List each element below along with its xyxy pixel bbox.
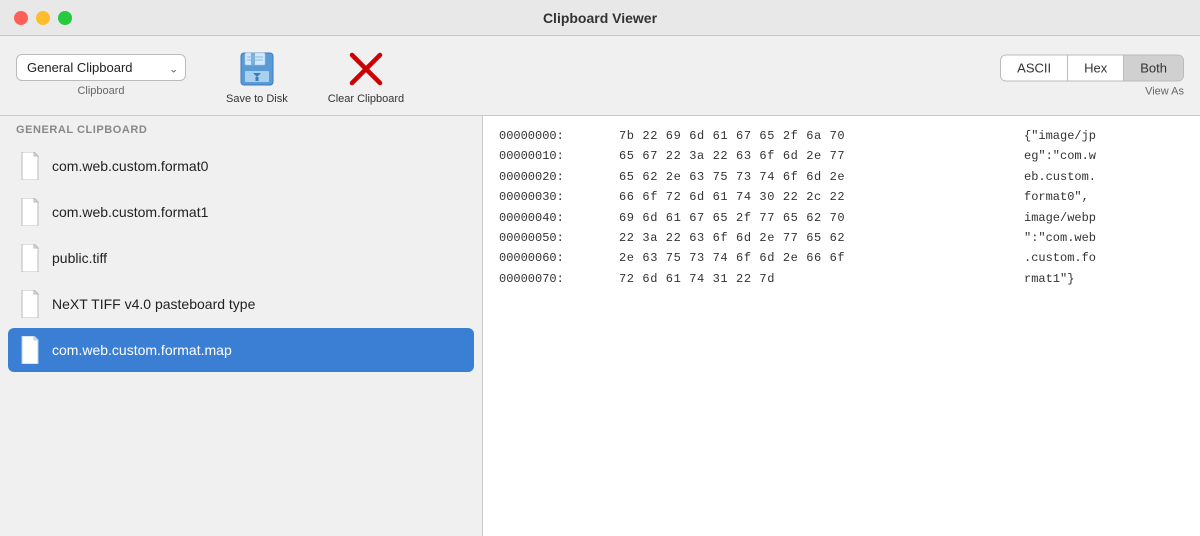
file-icon	[18, 152, 42, 180]
list-item[interactable]: com.web.custom.format0	[8, 144, 474, 188]
hex-offset: 00000010:	[499, 146, 619, 166]
list-item[interactable]: public.tiff	[8, 236, 474, 280]
hex-row: 00000030:66 6f 72 6d 61 74 30 22 2c 22fo…	[499, 187, 1184, 207]
list-item[interactable]: NeXT TIFF v4.0 pasteboard type	[8, 282, 474, 326]
item-name: com.web.custom.format0	[52, 158, 208, 174]
hex-ascii: .custom.fo	[1024, 248, 1184, 268]
hex-bytes: 72 6d 61 74 31 22 7d	[619, 269, 1024, 289]
hex-ascii: {"image/jp	[1024, 126, 1184, 146]
clipboard-select-wrapper: General Clipboard Find Clipboard Clipboa…	[16, 54, 186, 97]
hex-bytes: 2e 63 75 73 74 6f 6d 2e 66 6f	[619, 248, 1024, 268]
hex-rows-container: 00000000:7b 22 69 6d 61 67 65 2f 6a 70{"…	[499, 126, 1184, 289]
hex-offset: 00000000:	[499, 126, 619, 146]
view-as-hex-button[interactable]: Hex	[1068, 55, 1124, 80]
hex-row: 00000050:22 3a 22 63 6f 6d 2e 77 65 62":…	[499, 228, 1184, 248]
hex-row: 00000040:69 6d 61 67 65 2f 77 65 62 70im…	[499, 208, 1184, 228]
title-bar: Clipboard Viewer	[0, 0, 1200, 36]
hex-ascii: rmat1"}	[1024, 269, 1184, 289]
hex-ascii: ":"com.web	[1024, 228, 1184, 248]
list-item[interactable]: com.web.custom.format1	[8, 190, 474, 234]
hex-row: 00000010:65 67 22 3a 22 63 6f 6d 2e 77eg…	[499, 146, 1184, 166]
file-icon	[18, 336, 42, 364]
file-icon	[18, 198, 42, 226]
window-controls	[14, 11, 72, 25]
close-button[interactable]	[14, 11, 28, 25]
hex-offset: 00000020:	[499, 167, 619, 187]
maximize-button[interactable]	[58, 11, 72, 25]
minimize-button[interactable]	[36, 11, 50, 25]
hex-row: 00000000:7b 22 69 6d 61 67 65 2f 6a 70{"…	[499, 126, 1184, 146]
hex-bytes: 65 67 22 3a 22 63 6f 6d 2e 77	[619, 146, 1024, 166]
file-icon	[18, 244, 42, 272]
hex-row: 00000070:72 6d 61 74 31 22 7drmat1"}	[499, 269, 1184, 289]
hex-bytes: 65 62 2e 63 75 73 74 6f 6d 2e	[619, 167, 1024, 187]
hex-bytes: 69 6d 61 67 65 2f 77 65 62 70	[619, 208, 1024, 228]
toolbar: General Clipboard Find Clipboard Clipboa…	[0, 36, 1200, 116]
hex-bytes: 22 3a 22 63 6f 6d 2e 77 65 62	[619, 228, 1024, 248]
clipboard-select[interactable]: General Clipboard Find Clipboard	[16, 54, 186, 81]
view-as-both-button[interactable]: Both	[1124, 55, 1183, 80]
view-as-buttons: ASCII Hex Both	[1000, 54, 1184, 81]
hex-offset: 00000070:	[499, 269, 619, 289]
clipboard-select-container: General Clipboard Find Clipboard	[16, 54, 186, 81]
view-as-label: View As	[1145, 85, 1184, 97]
clear-button-label: Clear Clipboard	[328, 93, 404, 105]
hex-bytes: 7b 22 69 6d 61 67 65 2f 6a 70	[619, 126, 1024, 146]
window-title: Clipboard Viewer	[543, 10, 657, 26]
hex-offset: 00000050:	[499, 228, 619, 248]
item-name: NeXT TIFF v4.0 pasteboard type	[52, 296, 255, 312]
hex-offset: 00000040:	[499, 208, 619, 228]
left-panel: General Clipboard com.web.custom.format0	[0, 116, 483, 536]
save-to-disk-button[interactable]: Save to Disk	[226, 47, 288, 105]
item-name: public.tiff	[52, 250, 107, 266]
hex-view-panel: 00000000:7b 22 69 6d 61 67 65 2f 6a 70{"…	[483, 116, 1200, 536]
hex-ascii: eg":"com.w	[1024, 146, 1184, 166]
save-disk-icon	[235, 47, 279, 91]
hex-row: 00000060:2e 63 75 73 74 6f 6d 2e 66 6f.c…	[499, 248, 1184, 268]
hex-offset: 00000030:	[499, 187, 619, 207]
section-header: General Clipboard	[0, 116, 482, 140]
list-item[interactable]: com.web.custom.format.map	[8, 328, 474, 372]
save-button-label: Save to Disk	[226, 93, 288, 105]
clear-clipboard-icon	[344, 47, 388, 91]
view-as-container: ASCII Hex Both View As	[1000, 54, 1184, 97]
hex-bytes: 66 6f 72 6d 61 74 30 22 2c 22	[619, 187, 1024, 207]
hex-offset: 00000060:	[499, 248, 619, 268]
item-name: com.web.custom.format1	[52, 204, 208, 220]
hex-ascii: image/webp	[1024, 208, 1184, 228]
clear-clipboard-button[interactable]: Clear Clipboard	[328, 47, 404, 105]
clipboard-items-list: com.web.custom.format0 com.web.custom.fo…	[0, 140, 482, 536]
main-content: General Clipboard com.web.custom.format0	[0, 116, 1200, 536]
hex-ascii: format0",	[1024, 187, 1184, 207]
view-as-ascii-button[interactable]: ASCII	[1001, 55, 1068, 80]
clipboard-select-label: Clipboard	[77, 85, 124, 97]
hex-row: 00000020:65 62 2e 63 75 73 74 6f 6d 2eeb…	[499, 167, 1184, 187]
file-icon	[18, 290, 42, 318]
item-name: com.web.custom.format.map	[52, 342, 232, 358]
hex-ascii: eb.custom.	[1024, 167, 1184, 187]
